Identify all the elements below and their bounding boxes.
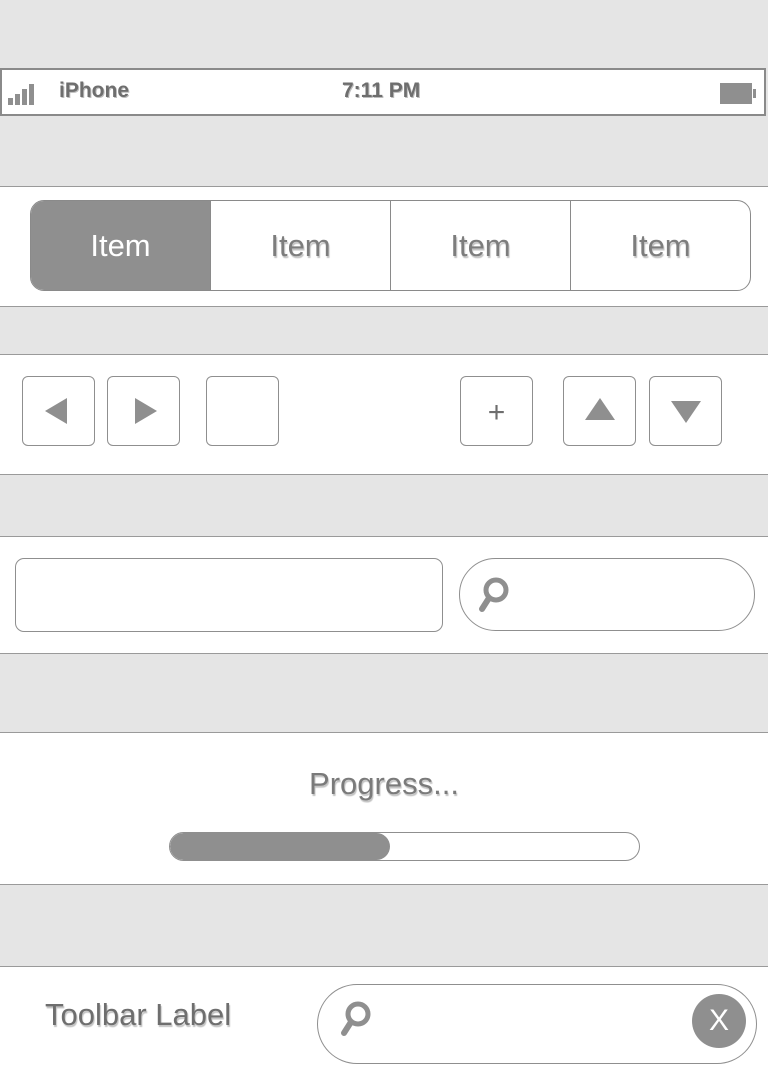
progress-label: Progress... xyxy=(309,766,459,801)
status-time: 7:11 PM xyxy=(342,79,421,102)
down-button[interactable] xyxy=(649,376,722,446)
battery-icon xyxy=(720,83,756,104)
add-button[interactable]: + xyxy=(460,376,533,446)
segment-item-4[interactable]: Item xyxy=(570,201,750,290)
triangle-right-icon xyxy=(134,398,157,424)
progress-bar xyxy=(169,832,640,861)
carrier-name: iPhone xyxy=(59,79,130,102)
forward-button[interactable] xyxy=(107,376,180,446)
segmented-control-panel: Item Item Item Item xyxy=(0,186,768,307)
search-input[interactable] xyxy=(520,575,739,617)
segmented-control: Item Item Item Item xyxy=(30,200,751,291)
progress-fill xyxy=(170,833,391,860)
toolbar: Toolbar Label X xyxy=(0,966,768,1086)
add-button-label: + xyxy=(487,395,506,429)
signal-bars-icon xyxy=(8,83,38,105)
toolbar-label: Toolbar Label xyxy=(45,997,232,1032)
segment-item-2[interactable]: Item xyxy=(210,201,390,290)
progress-panel: Progress... xyxy=(0,732,768,885)
magnifier-icon xyxy=(341,1001,371,1036)
clear-search-button[interactable]: X xyxy=(692,994,746,1048)
fields-panel xyxy=(0,536,768,654)
text-field[interactable] xyxy=(15,558,443,632)
segment-item-1[interactable]: Item xyxy=(31,201,210,290)
back-button[interactable] xyxy=(22,376,95,446)
toolbar-search-field[interactable]: X xyxy=(317,984,757,1064)
button-bar-panel: + xyxy=(0,354,768,475)
status-bar: iPhone 7:11 PM xyxy=(0,68,766,116)
triangle-up-icon xyxy=(584,398,615,420)
triangle-down-icon xyxy=(670,400,701,423)
search-field[interactable] xyxy=(459,558,755,631)
magnifier-icon xyxy=(479,577,509,612)
segment-item-3[interactable]: Item xyxy=(390,201,570,290)
up-button[interactable] xyxy=(563,376,636,446)
blank-button[interactable] xyxy=(206,376,279,446)
triangle-left-icon xyxy=(44,398,67,424)
